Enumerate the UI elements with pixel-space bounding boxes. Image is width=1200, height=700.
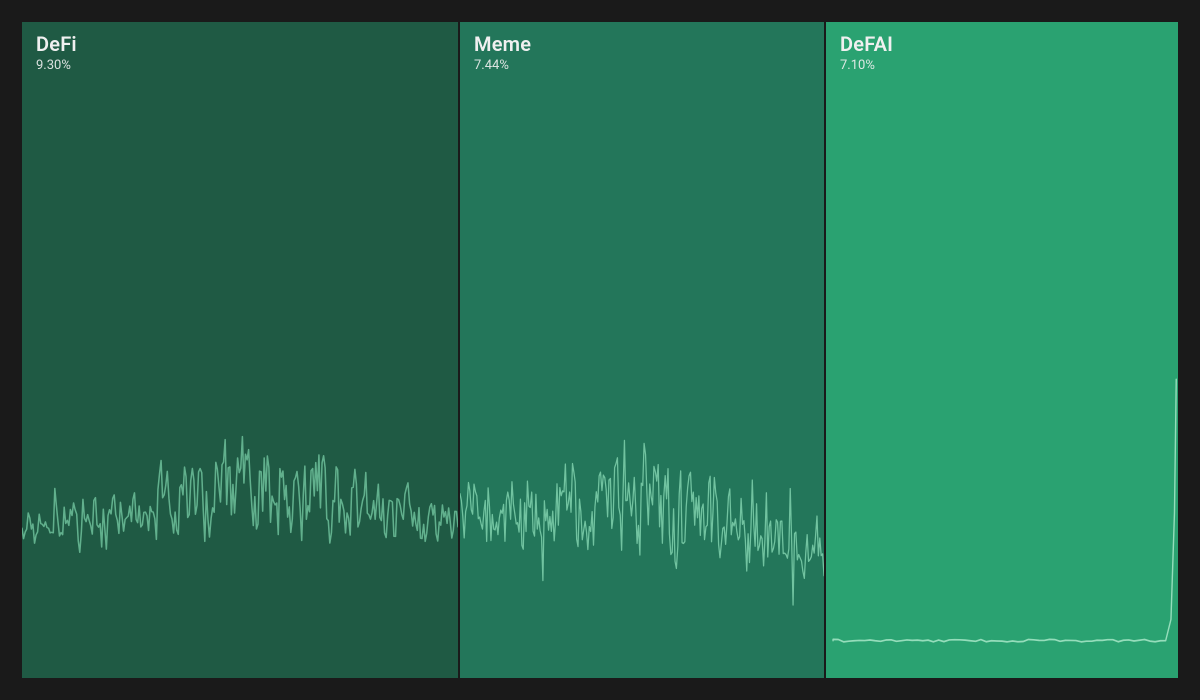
tile-pct: 7.10% bbox=[840, 58, 893, 73]
tile-title: Meme bbox=[474, 32, 531, 56]
tile-header: DeFAI 7.10% bbox=[840, 32, 893, 73]
tile-pct: 9.30% bbox=[36, 58, 77, 73]
tile-title: DeFAI bbox=[840, 32, 893, 56]
tile-header: DeFi 9.30% bbox=[36, 32, 77, 73]
tile-pct: 7.44% bbox=[474, 58, 531, 73]
tile-defai[interactable]: DeFAI 7.10% bbox=[826, 22, 1178, 678]
tile-header: Meme 7.44% bbox=[474, 32, 531, 73]
tile-title: DeFi bbox=[36, 32, 77, 56]
tile-meme[interactable]: Meme 7.44% bbox=[460, 22, 824, 678]
sparkline-meme bbox=[460, 358, 824, 678]
treemap-grid: DeFi 9.30% Meme 7.44% DeFAI 7.10% bbox=[22, 22, 1178, 678]
sparkline-defai bbox=[826, 358, 1178, 678]
tile-defi[interactable]: DeFi 9.30% bbox=[22, 22, 458, 678]
sparkline-defi bbox=[22, 378, 458, 678]
